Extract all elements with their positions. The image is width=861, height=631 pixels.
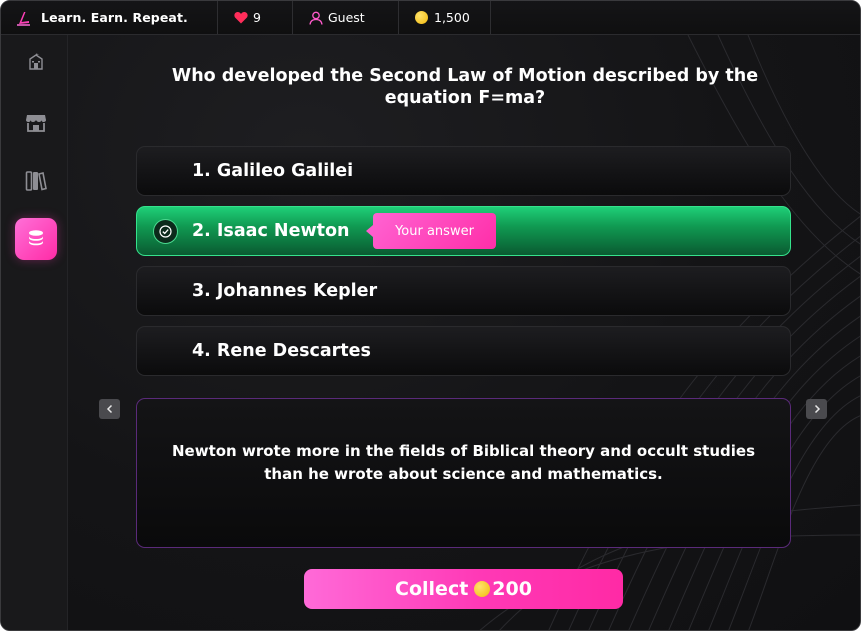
lives-counter[interactable]: 9 bbox=[218, 1, 293, 34]
sidebar-item-trivia[interactable] bbox=[15, 218, 57, 260]
coin-balance[interactable]: 1,500 bbox=[399, 1, 491, 34]
fun-fact-card: Newton wrote more in the fields of Bibli… bbox=[136, 398, 791, 548]
brand[interactable]: Learn. Earn. Repeat. bbox=[1, 1, 218, 34]
next-fact-button[interactable] bbox=[806, 399, 827, 419]
quiz-panel: Who developed the Second Law of Motion d… bbox=[68, 35, 860, 630]
chevron-left-icon bbox=[106, 404, 112, 414]
user-name: Guest bbox=[328, 10, 365, 25]
coin-icon bbox=[474, 581, 491, 597]
user-account[interactable]: Guest bbox=[293, 1, 399, 34]
answer-label: 1. Galileo Galilei bbox=[192, 161, 354, 181]
your-answer-badge: Your answer bbox=[366, 213, 496, 249]
chevron-right-icon bbox=[814, 404, 820, 414]
collect-amount: 200 bbox=[492, 578, 532, 600]
top-bar: Learn. Earn. Repeat. 9 Guest 1,500 bbox=[1, 1, 860, 35]
coin-icon bbox=[415, 11, 428, 24]
fun-fact-text: Newton wrote more in the fields of Bibli… bbox=[172, 442, 755, 483]
store-icon bbox=[26, 115, 46, 132]
app-window: Learn. Earn. Repeat. 9 Guest 1,500 Who d… bbox=[0, 0, 861, 631]
previous-fact-button[interactable] bbox=[99, 399, 120, 419]
answer-option-2[interactable]: 2. Isaac Newton Your answer bbox=[136, 206, 791, 256]
collect-button[interactable]: Collect 200 bbox=[304, 569, 623, 609]
heart-icon bbox=[234, 12, 248, 24]
sidebar bbox=[1, 35, 68, 630]
answer-option-1[interactable]: 1. Galileo Galilei bbox=[136, 146, 791, 196]
app-title: Learn. Earn. Repeat. bbox=[41, 10, 188, 25]
school-icon bbox=[29, 53, 43, 70]
sidebar-item-school[interactable] bbox=[15, 41, 57, 83]
answer-label: 4. Rene Descartes bbox=[192, 341, 371, 361]
sidebar-item-store[interactable] bbox=[15, 101, 57, 143]
library-icon bbox=[25, 171, 47, 191]
answer-option-4[interactable]: 4. Rene Descartes bbox=[136, 326, 791, 376]
answer-label: 3. Johannes Kepler bbox=[192, 281, 378, 301]
check-circle-icon bbox=[153, 219, 178, 244]
lives-value: 9 bbox=[253, 10, 261, 25]
question-text: Who developed the Second Law of Motion d… bbox=[171, 66, 759, 108]
coins-stack-icon bbox=[29, 230, 43, 246]
coin-value: 1,500 bbox=[434, 10, 470, 25]
answer-option-3[interactable]: 3. Johannes Kepler bbox=[136, 266, 791, 316]
answer-label: 2. Isaac Newton bbox=[192, 221, 350, 241]
collect-label: Collect bbox=[395, 578, 469, 600]
sidebar-item-library[interactable] bbox=[15, 160, 57, 202]
user-icon bbox=[309, 11, 323, 25]
logo-icon bbox=[17, 11, 30, 26]
